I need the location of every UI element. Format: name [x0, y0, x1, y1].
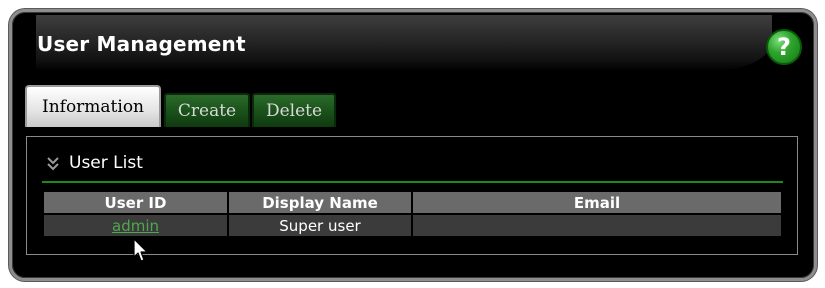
email-cell — [413, 215, 781, 236]
table-header-row: User ID Display Name Email — [44, 192, 781, 213]
user-list-header[interactable]: User List — [42, 150, 783, 183]
table-row: admin Super user — [44, 215, 781, 236]
arrow-pointer-icon — [133, 238, 148, 262]
column-header-user-id[interactable]: User ID — [44, 192, 227, 213]
double-chevron-down-icon — [47, 157, 59, 171]
column-header-display-name[interactable]: Display Name — [229, 192, 411, 213]
section-title: User List — [69, 153, 143, 173]
user-management-panel: User Management ? Information Create Del… — [9, 9, 817, 281]
user-id-link[interactable]: admin — [112, 217, 159, 235]
column-header-email[interactable]: Email — [413, 192, 781, 213]
user-table: User ID Display Name Email admin Super u… — [42, 190, 783, 238]
page-title: User Management — [37, 32, 246, 56]
question-mark-icon: ? — [777, 33, 791, 61]
tab-delete[interactable]: Delete — [252, 93, 336, 127]
help-button[interactable]: ? — [766, 29, 802, 65]
user-id-cell: admin — [44, 215, 227, 236]
tab-information[interactable]: Information — [25, 85, 161, 127]
tab-create[interactable]: Create — [164, 93, 250, 127]
display-name-cell: Super user — [229, 215, 411, 236]
